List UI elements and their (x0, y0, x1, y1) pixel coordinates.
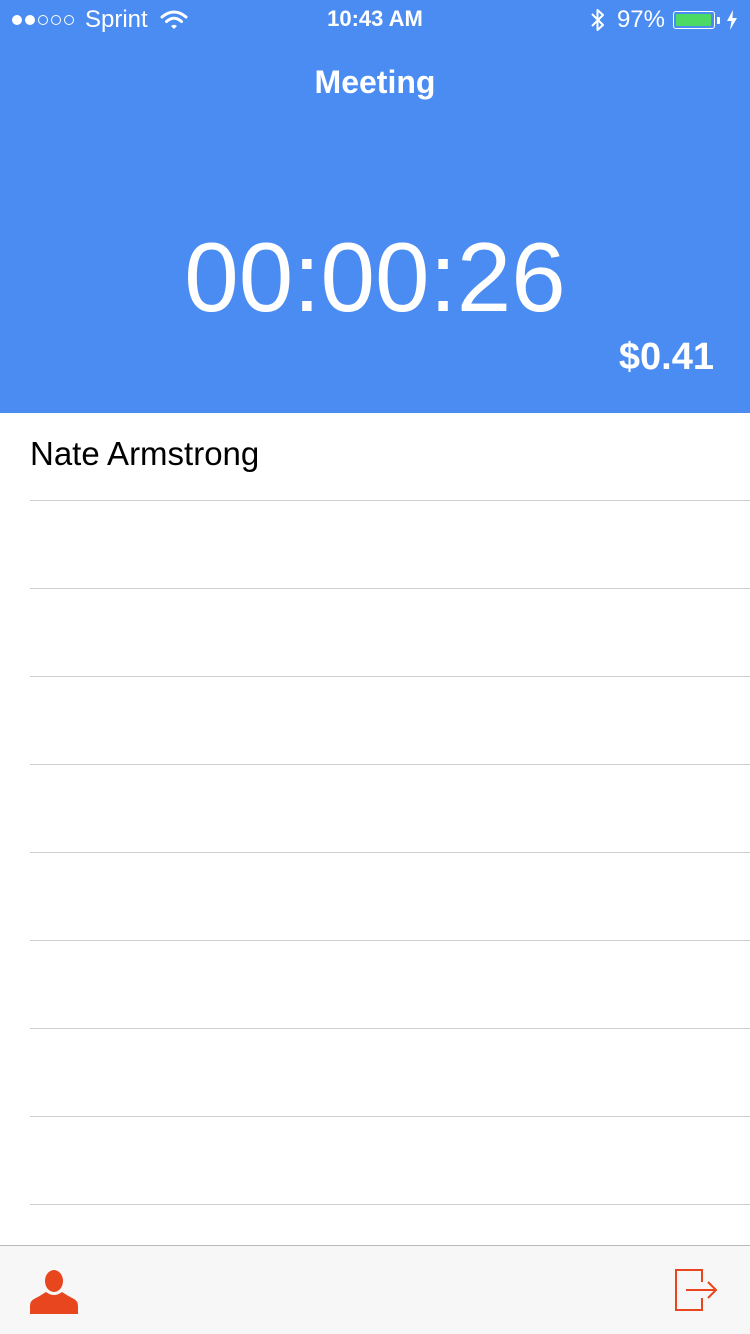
charging-bolt-icon (727, 10, 737, 30)
toolbar (0, 1245, 750, 1334)
status-bar: Sprint 10:43 AM 97% (0, 0, 750, 40)
attendee-row[interactable] (30, 677, 750, 765)
attendee-row[interactable] (30, 1117, 750, 1205)
attendee-row[interactable] (30, 501, 750, 589)
battery-cap (717, 16, 720, 24)
battery-percent: 97% (616, 6, 665, 33)
battery-level (676, 14, 711, 26)
meeting-cost: $0.41 (618, 336, 714, 378)
bluetooth-icon (591, 9, 604, 31)
attendee-row[interactable] (30, 941, 750, 1029)
attendee-name: Nate Armstrong (30, 435, 260, 472)
exit-icon[interactable] (672, 1266, 720, 1314)
status-right: 97% (589, 6, 738, 34)
battery-icon (673, 11, 715, 29)
meeting-timer: 00:00:26 (184, 222, 566, 332)
attendee-list: Nate Armstrong (0, 413, 750, 1293)
attendee-row[interactable]: Nate Armstrong (30, 413, 750, 501)
attendee-row[interactable] (30, 765, 750, 853)
person-icon[interactable] (30, 1268, 78, 1314)
header: Sprint 10:43 AM 97% Meeting 00:00:26 $0.… (0, 0, 750, 413)
attendee-row[interactable] (30, 589, 750, 677)
page-title: Meeting (314, 64, 436, 100)
attendee-row[interactable] (30, 853, 750, 941)
attendee-row[interactable] (30, 1029, 750, 1117)
